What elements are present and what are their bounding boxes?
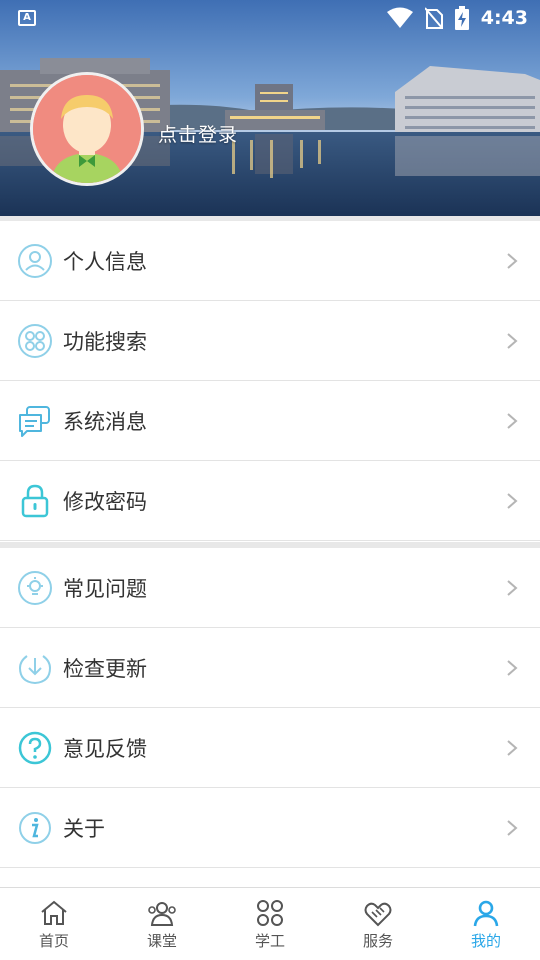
avatar[interactable] <box>30 72 144 186</box>
nav-tab-classroom[interactable]: 课堂 <box>108 888 216 960</box>
service-icon <box>364 902 392 927</box>
menu-item-label: 关于 <box>63 816 105 841</box>
nav-label: 首页 <box>38 932 69 950</box>
nav-label: 服务 <box>362 932 393 950</box>
battery-charging-icon <box>454 6 469 30</box>
menu-item-label: 个人信息 <box>63 249 147 274</box>
menu-item-check-update[interactable]: 检查更新 <box>0 628 540 708</box>
chevron-right-icon <box>507 252 518 269</box>
download-icon <box>18 654 52 684</box>
question-icon <box>18 731 52 764</box>
nav-tab-service[interactable]: 服务 <box>324 888 432 960</box>
login-prompt[interactable]: 点击登录 <box>158 120 238 147</box>
nav-label: 我的 <box>470 932 501 950</box>
clock-time: 4:43 <box>480 7 528 29</box>
nav-tab-student-affairs[interactable]: 学工 <box>216 888 324 960</box>
home-icon <box>41 900 67 925</box>
no-sim-icon <box>424 7 443 29</box>
chevron-right-icon <box>507 492 518 509</box>
menu-item-label: 功能搜索 <box>63 329 147 354</box>
nav-tab-home[interactable]: 首页 <box>0 888 108 960</box>
menu-item-label: 常见问题 <box>63 576 147 601</box>
apps-icon <box>257 900 283 926</box>
chevron-right-icon <box>507 739 518 756</box>
menu-item-label: 意见反馈 <box>63 736 147 761</box>
nav-label: 课堂 <box>146 932 177 950</box>
menu-item-feedback[interactable]: 意见反馈 <box>0 708 540 788</box>
nav-tab-mine[interactable]: 我的 <box>432 888 540 960</box>
user-icon <box>18 243 52 278</box>
menu-item-about[interactable]: 关于 <box>0 788 540 868</box>
menu-item-system-messages[interactable]: 系统消息 <box>0 381 540 461</box>
lock-icon <box>21 484 49 517</box>
default-avatar-icon <box>33 75 141 183</box>
menu-item-feature-search[interactable]: 功能搜索 <box>0 301 540 381</box>
menu-group-account: 个人信息 功能搜索 系统消息 修改密码 <box>0 221 540 541</box>
bottom-navigation: 首页 课堂 学工 服务 我的 <box>0 887 540 960</box>
grid-icon <box>18 323 52 358</box>
info-icon <box>19 811 51 844</box>
menu-item-faq[interactable]: 常见问题 <box>0 548 540 628</box>
chevron-right-icon <box>507 659 518 676</box>
chevron-right-icon <box>507 579 518 596</box>
chevron-right-icon <box>507 332 518 349</box>
menu-item-personal-info[interactable]: 个人信息 <box>0 221 540 301</box>
a-icon: A <box>18 10 36 26</box>
chevron-right-icon <box>507 819 518 836</box>
menu-item-label: 修改密码 <box>63 489 147 514</box>
profile-header: A 4:43 点击登录 <box>0 0 540 216</box>
menu-item-change-password[interactable]: 修改密码 <box>0 461 540 541</box>
lightbulb-icon <box>18 570 52 605</box>
classroom-icon <box>148 902 176 926</box>
menu-item-label: 检查更新 <box>63 656 147 681</box>
status-bar: A 4:43 <box>0 0 540 36</box>
wifi-icon <box>386 7 413 28</box>
profile-icon <box>473 900 499 927</box>
menu-group-support: 常见问题 检查更新 意见反馈 关于 <box>0 548 540 868</box>
chevron-right-icon <box>507 412 518 429</box>
message-icon <box>19 405 50 437</box>
menu-item-label: 系统消息 <box>63 409 147 434</box>
nav-label: 学工 <box>254 932 285 950</box>
